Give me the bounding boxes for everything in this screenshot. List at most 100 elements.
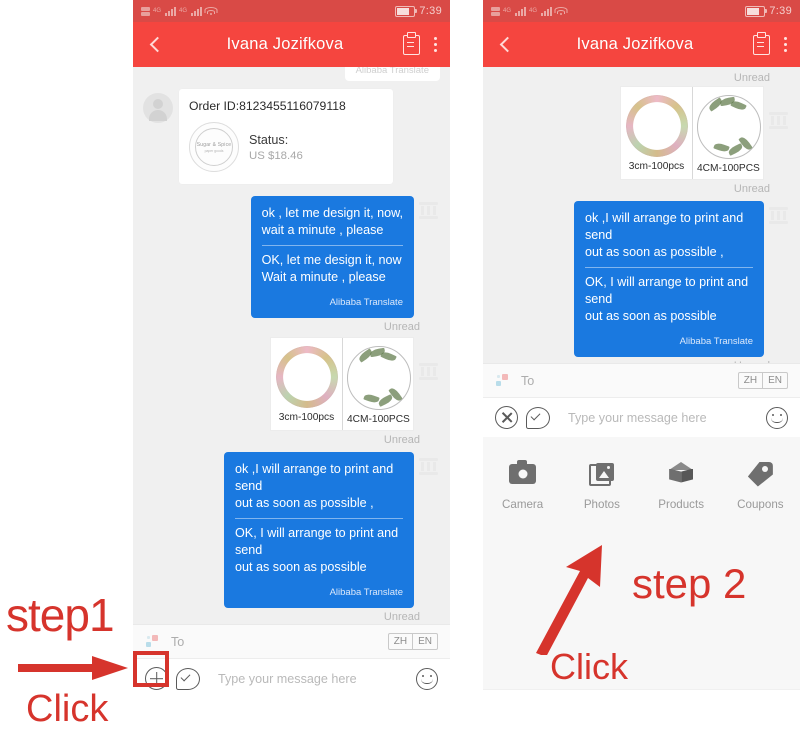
order-status-label: Status:	[249, 132, 289, 147]
message-composer: To ZH EN Type your message here	[133, 624, 450, 698]
close-circle-icon[interactable]	[495, 406, 518, 429]
quick-phrase-icon[interactable]	[145, 633, 162, 650]
annotation-step2: step 2	[632, 560, 747, 607]
dual-sim-icon	[491, 6, 500, 16]
photos-icon	[562, 459, 641, 489]
more-vertical-icon[interactable]	[434, 36, 438, 54]
unread-marker: Unread	[483, 357, 800, 363]
annotation-step1: step1	[6, 589, 115, 641]
dual-sim-icon	[141, 6, 150, 16]
smiley-icon[interactable]	[766, 406, 788, 429]
language-toggle[interactable]: ZH EN	[387, 633, 438, 650]
wifi-icon	[204, 6, 218, 16]
network-label-1: 4G	[153, 8, 162, 14]
partial-bubble: Alibaba Translate	[344, 67, 440, 81]
message-row-order-card[interactable]: Order ID:8123455116079118 Sugar & Spice …	[133, 89, 450, 184]
unread-marker: Unread	[383, 611, 420, 623]
message-row-image-card-1[interactable]: 3cm-100pcs 4CM-100PCS	[133, 337, 450, 431]
signal-bars-icon-1	[165, 6, 177, 16]
bubble-line-4: out as soon as possible	[585, 309, 717, 323]
cart-watermark-icon	[769, 112, 788, 129]
smiley-icon[interactable]	[416, 667, 438, 690]
message-row-outgoing[interactable]: ok ,I will arrange to print and send out…	[483, 201, 800, 357]
message-bubble-outgoing-2[interactable]: ok ,I will arrange to print and send out…	[224, 452, 414, 608]
floral-plate-image	[625, 95, 688, 157]
status-bar-left-icons: 4G 4G	[141, 6, 218, 16]
bubble-line-2: out as soon as possible ,	[585, 245, 724, 259]
attachment-coupons[interactable]: Coupons	[721, 459, 800, 511]
message-row-partial: Alibaba Translate	[133, 67, 450, 81]
chevron-left-icon[interactable]	[495, 34, 517, 56]
to-label: To	[521, 373, 535, 388]
lang-zh[interactable]: ZH	[739, 373, 762, 388]
bubble-line-3: OK, I will arrange to print and send	[585, 275, 749, 306]
message-row-outgoing-2[interactable]: ok ,I will arrange to print and send out…	[133, 452, 450, 608]
cart-watermark-icon	[769, 207, 788, 224]
attachment-label: Products	[658, 498, 704, 511]
message-row-image-card[interactable]: 3cm-100pcs 4CM-100PCS	[483, 86, 800, 180]
quick-phrase-icon[interactable]	[495, 372, 512, 389]
message-row-outgoing-1[interactable]: ok , let me design it, now, wait a minut…	[133, 196, 450, 318]
product-image-card-1[interactable]: 3cm-100pcs 4CM-100PCS	[270, 337, 414, 431]
translate-label: Alibaba Translate	[679, 336, 753, 347]
chat-message-list[interactable]: Alibaba Translate Order ID:8123455116079…	[133, 67, 450, 624]
floral-plate-image	[275, 346, 338, 408]
product-option-right[interactable]: 4CM-100PCS	[342, 338, 413, 430]
highlight-box-plus-button	[133, 651, 169, 687]
bubble-line-1: ok ,I will arrange to print and send	[235, 462, 394, 493]
bubble-line-1: ok ,I will arrange to print and send	[585, 211, 744, 242]
annotation-arrow-left	[18, 656, 128, 680]
quick-reply-icon[interactable]	[176, 667, 200, 690]
product-image-card[interactable]: 3cm-100pcs 4CM-100PCS	[620, 86, 764, 180]
translate-label: Alibaba Translate	[329, 587, 403, 598]
more-vertical-icon[interactable]	[784, 36, 788, 54]
thumbnail-brand-text: Sugar & Spice	[196, 142, 232, 148]
lang-zh[interactable]: ZH	[389, 634, 412, 649]
clipboard-icon[interactable]	[403, 31, 420, 55]
leaf-plate-image	[347, 346, 411, 410]
product-option-right[interactable]: 4CM-100PCS	[692, 87, 763, 179]
product-option-left[interactable]: 3cm-100pcs	[621, 87, 692, 179]
attachment-label: Coupons	[737, 498, 784, 511]
attachment-grid: Camera Photos Products Coupons	[483, 459, 800, 511]
lang-en[interactable]: EN	[762, 373, 787, 388]
screenshot-stage: 4G 4G 7:39 Ivana Jozifkova Alibaba Trans…	[0, 0, 800, 730]
order-card-info: Status: US $18.46	[249, 133, 303, 162]
bubble-line-4: Wait a minute , please	[261, 270, 386, 284]
attachment-camera[interactable]: Camera	[483, 459, 562, 511]
attachment-products[interactable]: Products	[642, 459, 721, 511]
bubble-line-1: ok , let me design it, now,	[261, 206, 403, 220]
status-bar-clock: 7:39	[769, 5, 792, 17]
product-thumbnail: Sugar & Spice paper goods	[189, 122, 239, 172]
message-input[interactable]: Type your message here	[550, 411, 766, 425]
chevron-left-icon[interactable]	[145, 34, 167, 56]
order-price: US $18.46	[249, 149, 303, 162]
attachment-photos[interactable]: Photos	[562, 459, 641, 511]
translation-divider	[585, 267, 753, 268]
message-bubble-outgoing[interactable]: ok ,I will arrange to print and send out…	[574, 201, 764, 357]
message-bubble-outgoing-1[interactable]: ok , let me design it, now, wait a minut…	[250, 196, 414, 318]
message-input[interactable]: Type your message here	[200, 672, 416, 686]
product-caption-right: 4CM-100PCS	[347, 414, 410, 425]
thumbnail-sub-text: paper goods	[204, 149, 224, 153]
cart-watermark-icon	[419, 202, 438, 219]
unread-marker: Unread	[733, 183, 770, 195]
lang-en[interactable]: EN	[412, 634, 437, 649]
language-toggle[interactable]: ZH EN	[737, 372, 788, 389]
quick-reply-icon[interactable]	[526, 406, 550, 429]
clipboard-icon[interactable]	[753, 31, 770, 55]
phone-screenshot-left: 4G 4G 7:39 Ivana Jozifkova Alibaba Trans…	[133, 0, 450, 698]
composer-input-row[interactable]: Type your message here	[483, 397, 800, 437]
tag-icon	[721, 459, 800, 489]
battery-icon	[395, 5, 418, 17]
composer-input-row[interactable]: Type your message here	[133, 658, 450, 698]
product-caption-left: 3cm-100pcs	[628, 161, 685, 172]
chat-navbar: Ivana Jozifkova	[483, 22, 800, 67]
chat-navbar: Ivana Jozifkova	[133, 22, 450, 67]
order-card[interactable]: Order ID:8123455116079118 Sugar & Spice …	[179, 89, 393, 184]
product-option-left[interactable]: 3cm-100pcs	[271, 338, 342, 430]
message-composer: To ZH EN Type your message here	[483, 363, 800, 437]
translation-divider	[235, 518, 403, 519]
box-icon	[642, 459, 721, 489]
chat-message-list[interactable]: Unread 3cm-100pcs 4CM-100PCS Unread ok ,…	[483, 67, 800, 363]
